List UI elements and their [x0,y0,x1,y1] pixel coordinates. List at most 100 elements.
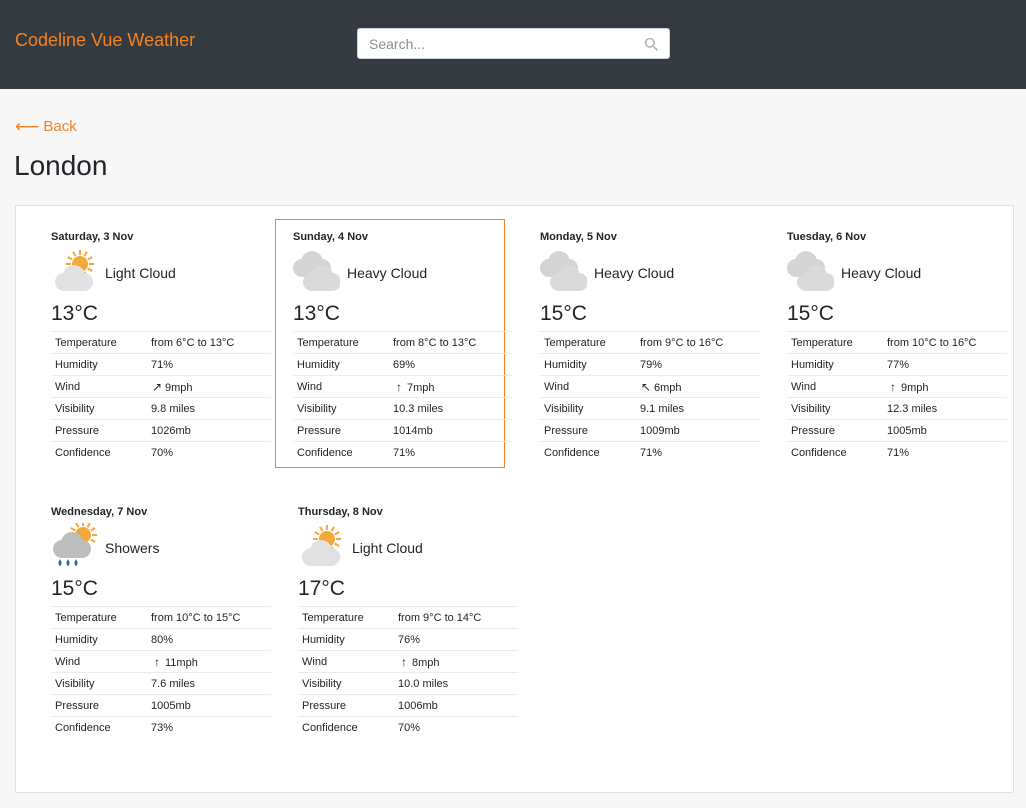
back-link[interactable]: ⟵ Back [15,118,77,135]
stat-row-humidity: Humidity 79% [540,353,760,376]
stat-row-confidence: Confidence 71% [540,441,760,464]
stat-row-humidity: Humidity 76% [298,628,518,651]
stat-label: Wind [51,375,147,398]
day-stats-table: Temperature from 10°C to 16°C Humidity 77%… [787,331,1007,464]
stat-row-wind: Wind ↗ 9mph [51,375,271,398]
stat-label: Confidence [51,716,147,739]
heavy-cloud-icon [540,251,587,291]
day-stats-table: Temperature from 9°C to 14°C Humidity 76% … [298,606,518,739]
forecast-panel: Saturday, 3 Nov Light Cloud 13°C Tempera… [15,205,1014,793]
day-card[interactable]: Wednesday, 7 Nov Showers 15°C Temperatur… [33,494,271,743]
day-temperature: 15°C [51,577,98,600]
stat-value: 9.8 miles [147,397,271,420]
stat-value: ↑ 7mph [389,375,513,398]
stat-value: 1006mb [394,694,518,717]
stat-row-pressure: Pressure 1005mb [51,694,271,717]
stat-label: Pressure [293,419,389,442]
stat-row-temperature: Temperature from 10°C to 15°C [51,606,271,629]
stat-row-temperature: Temperature from 8°C to 13°C [293,331,513,354]
stat-label: Temperature [51,331,147,354]
stat-row-confidence: Confidence 70% [298,716,518,739]
day-temperature: 15°C [540,302,587,325]
stat-value: 69% [389,353,513,376]
stat-row-pressure: Pressure 1006mb [298,694,518,717]
stat-row-pressure: Pressure 1005mb [787,419,1007,442]
stat-value: 71% [883,441,1007,464]
stat-label: Confidence [293,441,389,464]
wind-speed: 8mph [412,656,440,669]
stat-value: ↑ 8mph [394,650,518,673]
search-icon[interactable] [644,37,658,51]
stat-label: Humidity [540,353,636,376]
day-card[interactable]: Saturday, 3 Nov Light Cloud 13°C Tempera… [33,219,271,468]
stat-label: Wind [51,650,147,673]
stat-value: from 10°C to 15°C [147,606,271,629]
stat-value: 9.1 miles [636,397,760,420]
wind-speed: 7mph [407,381,435,394]
stat-row-humidity: Humidity 71% [51,353,271,376]
stat-row-temperature: Temperature from 6°C to 13°C [51,331,271,354]
stat-row-confidence: Confidence 70% [51,441,271,464]
wind-direction-icon: ↑ [890,379,896,394]
stat-label: Visibility [298,672,394,695]
stat-label: Visibility [51,672,147,695]
stat-label: Temperature [293,331,389,354]
navbar: Codeline Vue Weather [0,0,1026,89]
stat-label: Wind [293,375,389,398]
stat-row-visibility: Visibility 7.6 miles [51,672,271,695]
stat-label: Temperature [787,331,883,354]
brand-link[interactable]: Codeline Vue Weather [15,30,195,51]
stat-row-visibility: Visibility 12.3 miles [787,397,1007,420]
wind-direction-icon: ↑ [401,654,407,669]
day-card[interactable]: Sunday, 4 Nov Heavy Cloud 13°C Temperatu… [275,219,513,468]
stat-label: Visibility [540,397,636,420]
stat-value: 12.3 miles [883,397,1007,420]
stat-label: Visibility [787,397,883,420]
stat-value: 73% [147,716,271,739]
day-summary: Light Cloud [352,540,423,556]
wind-direction-icon: ↑ [396,379,402,394]
stat-value: 1009mb [636,419,760,442]
day-summary: Light Cloud [105,265,176,281]
stat-label: Humidity [51,353,147,376]
stat-value: 10.0 miles [394,672,518,695]
stat-label: Pressure [540,419,636,442]
stat-row-wind: Wind ↑ 9mph [787,375,1007,398]
stat-value: 1005mb [883,419,1007,442]
wind-direction-icon: ↗ [151,379,163,394]
day-summary: Heavy Cloud [594,265,675,281]
light-cloud-icon [55,250,94,291]
stat-row-temperature: Temperature from 9°C to 16°C [540,331,760,354]
stat-label: Confidence [540,441,636,464]
stat-row-temperature: Temperature from 9°C to 14°C [298,606,518,629]
stat-value: ↑ 11mph [147,650,271,673]
day-card[interactable]: Tuesday, 6 Nov Heavy Cloud 15°C Temperat… [769,219,1007,468]
day-stats-table: Temperature from 9°C to 16°C Humidity 79% … [540,331,760,464]
wind-speed: 9mph [901,381,929,394]
day-card[interactable]: Monday, 5 Nov Heavy Cloud 15°C Temperatu… [522,219,760,468]
stat-row-confidence: Confidence 71% [787,441,1007,464]
search-box [357,28,670,59]
stat-label: Humidity [51,628,147,651]
stat-value: 70% [147,441,271,464]
stat-value: ↑ 9mph [883,375,1007,398]
day-date: Wednesday, 7 Nov [51,506,148,518]
day-date: Thursday, 8 Nov [298,506,383,518]
stat-row-visibility: Visibility 9.1 miles [540,397,760,420]
search-input[interactable] [358,29,628,58]
wind-direction-icon: ↑ [154,654,160,669]
day-temperature: 13°C [293,302,340,325]
stat-value: 10.3 miles [389,397,513,420]
stat-row-visibility: Visibility 9.8 miles [51,397,271,420]
day-temperature: 15°C [787,302,834,325]
stat-row-humidity: Humidity 77% [787,353,1007,376]
stat-value: 71% [147,353,271,376]
page-title: London [14,150,108,181]
heavy-cloud-icon [293,251,340,291]
back-label: Back [43,118,77,135]
wind-speed: 9mph [165,381,193,394]
stat-value: from 9°C to 14°C [394,606,518,629]
day-summary: Heavy Cloud [347,265,428,281]
day-card[interactable]: Thursday, 8 Nov Light Cloud 17°C Tempera… [280,494,518,743]
stat-label: Temperature [298,606,394,629]
